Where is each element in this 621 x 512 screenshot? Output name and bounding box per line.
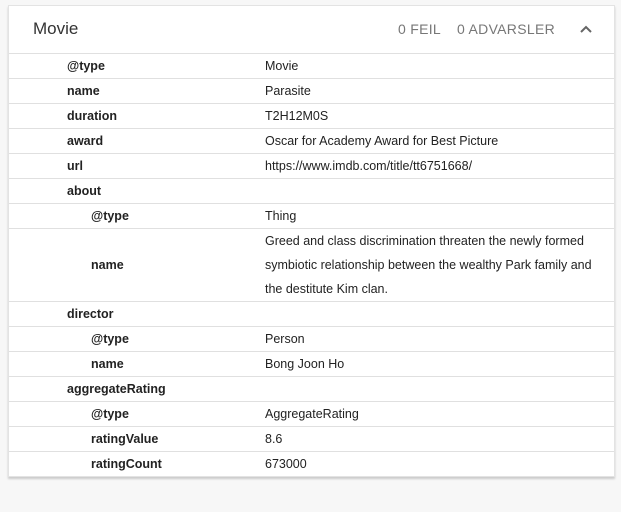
property-row: name Bong Joon Ho — [9, 352, 614, 377]
property-row: @type Thing — [9, 204, 614, 229]
property-value: 673000 — [265, 457, 307, 471]
property-value: Thing — [265, 209, 297, 223]
property-key: ratingValue — [91, 432, 159, 446]
property-key: name — [67, 84, 100, 98]
error-count: 0 FEIL — [397, 21, 442, 37]
property-row: director — [9, 302, 614, 327]
property-key: @type — [91, 407, 129, 421]
property-value: Bong Joon Ho — [265, 357, 345, 371]
property-row: ratingCount 673000 — [9, 452, 614, 476]
structured-data-card: Movie 0 FEIL 0 ADVARSLER @type Movie name P… — [8, 5, 615, 477]
property-key: @type — [67, 59, 105, 73]
chevron-up-icon[interactable] — [579, 22, 593, 36]
property-key: url — [67, 159, 83, 173]
property-key: name — [91, 357, 124, 371]
property-value: Person — [265, 332, 305, 346]
property-row: aggregateRating — [9, 377, 614, 402]
property-table: @type Movie name Parasite duration T2H12M0S aw… — [9, 54, 614, 476]
property-row: name Parasite — [9, 79, 614, 104]
property-row: award Oscar for Academy Award for Best Pi… — [9, 129, 614, 154]
property-value: 8.6 — [265, 432, 283, 446]
property-value: Movie — [265, 59, 299, 73]
property-value: https://www.imdb.com/title/tt6751668/ — [265, 159, 473, 173]
property-row: ratingValue 8.6 — [9, 427, 614, 452]
property-key: name — [91, 258, 124, 272]
property-row: duration T2H12M0S — [9, 104, 614, 129]
property-key: duration — [67, 109, 117, 123]
property-row: @type AggregateRating — [9, 402, 614, 427]
property-row: @type Person — [9, 327, 614, 352]
warning-count: 0 ADVARSLER — [457, 21, 555, 37]
property-key: aggregateRating — [67, 382, 166, 396]
property-value: AggregateRating — [265, 407, 359, 421]
property-value: Greed and class discrimination threaten … — [265, 234, 592, 296]
property-key: @type — [91, 332, 129, 346]
property-key: @type — [91, 209, 129, 223]
property-row: url https://www.imdb.com/title/tt6751668/ — [9, 154, 614, 179]
card-header[interactable]: Movie 0 FEIL 0 ADVARSLER — [9, 6, 614, 54]
property-row: @type Movie — [9, 54, 614, 79]
property-value: T2H12M0S — [265, 109, 329, 123]
property-key: award — [67, 134, 104, 148]
property-row: name Greed and class discrimination threa… — [9, 229, 614, 302]
property-row: about — [9, 179, 614, 204]
property-value: Parasite — [265, 84, 311, 98]
card-title: Movie — [33, 19, 79, 38]
property-value: Oscar for Academy Award for Best Picture — [265, 134, 499, 148]
property-key: ratingCount — [91, 457, 162, 471]
property-key: about — [67, 184, 102, 198]
property-key: director — [67, 307, 114, 321]
